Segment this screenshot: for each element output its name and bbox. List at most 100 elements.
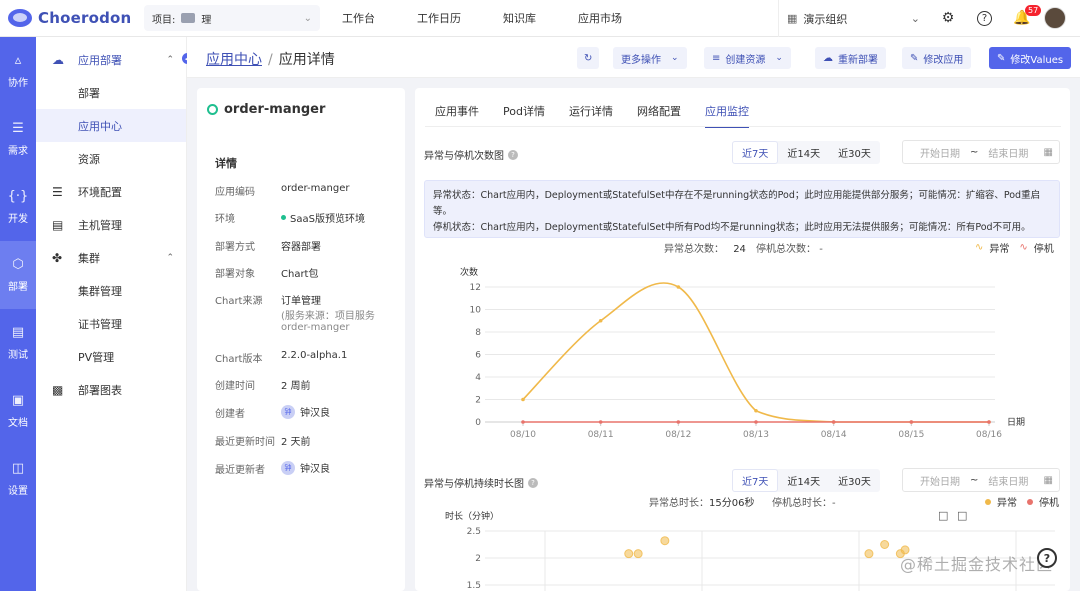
data-point	[676, 285, 681, 289]
value-chart-source-sub2: order-manger	[281, 322, 349, 333]
end-date-placeholder[interactable]: 结束日期	[988, 473, 1028, 488]
legend-down[interactable]: 停机	[1034, 240, 1054, 255]
rail-test[interactable]: ▤ 测试	[0, 309, 36, 377]
sidebar-item-cluster-mgmt[interactable]: 集群管理	[36, 274, 186, 307]
data-point	[521, 420, 525, 424]
help-float-button[interactable]: ?	[1037, 548, 1057, 568]
sidebar-group-cluster[interactable]: ✤ 集群 ⌃	[36, 241, 186, 274]
range-7d[interactable]: 近7天	[732, 469, 779, 492]
range-14d[interactable]: 近14天	[778, 469, 829, 492]
stat-value: -	[819, 244, 823, 255]
data-point	[909, 420, 914, 424]
sidebar-item-pv[interactable]: PV管理	[36, 340, 186, 373]
x-tick-label: 08/11	[588, 430, 614, 440]
tab-pod[interactable]: Pod详情	[503, 103, 545, 128]
question-icon[interactable]: ?	[508, 149, 518, 160]
y-tick-label: 1.5	[467, 581, 481, 591]
sidebar-item-resource[interactable]: 资源	[36, 142, 186, 175]
nav-calendar[interactable]: 工作日历	[417, 10, 461, 26]
help-icon[interactable]: ?	[977, 11, 992, 26]
modify-app-button[interactable]: ✎ 修改应用	[902, 47, 972, 69]
value-created: 2 周前	[281, 381, 311, 392]
label-deploy-mode: 部署方式	[215, 242, 255, 253]
project-select[interactable]: 项目: 理 ⌄	[144, 5, 320, 31]
x-tick-label: 08/13	[743, 430, 769, 440]
rail-docs[interactable]: ▣ 文档	[0, 377, 36, 445]
org-select[interactable]: ▦ 演示组织 ⌄	[778, 0, 928, 37]
modify-values-button[interactable]: ✎ 修改Values	[989, 47, 1072, 69]
sidebar-item-deploy[interactable]: 部署	[36, 76, 186, 109]
range-30d[interactable]: 近30天	[829, 141, 880, 164]
scatter-point	[864, 549, 874, 559]
legend-1: ∿ 异常 ∿ 停机	[975, 240, 1054, 255]
database-icon: ◫	[11, 461, 25, 476]
y-tick-label: 2.5	[467, 527, 481, 537]
project-suffix: 理	[201, 14, 212, 26]
more-actions-button[interactable]: 更多操作 ⌄	[613, 47, 687, 69]
button-label: 创建资源	[725, 54, 766, 66]
range-selector-1: 近7天 近14天 近30天	[732, 141, 880, 164]
create-resource-button[interactable]: ≡ 创建资源 ⌄	[704, 47, 791, 69]
chevron-down-icon: ⌄	[303, 12, 312, 24]
start-date-placeholder[interactable]: 开始日期	[920, 145, 960, 160]
date-range-picker-2[interactable]: 开始日期 ~ 结束日期 ▦	[902, 468, 1060, 492]
legend-abnormal[interactable]: 异常	[989, 240, 1009, 255]
sidebar-item-cert[interactable]: 证书管理	[36, 307, 186, 340]
rail-deploy[interactable]: ⬡ 部署	[0, 241, 36, 309]
breadcrumb-current: 应用详情	[278, 52, 335, 68]
count-line-chart: 次数 0 2 4 6 8 10 12 08/10 08/11 08/12 08/13 08/14 08/1…	[460, 266, 1025, 440]
tab-network[interactable]: 网络配置	[637, 103, 681, 128]
rail-develop[interactable]: {·} 开发	[0, 173, 36, 241]
sidebar-item-env-config[interactable]: ☰ 环境配置	[36, 175, 186, 208]
label-deploy-target: 部署对象	[215, 269, 255, 280]
rail-collab[interactable]: ▵ 协作	[0, 37, 36, 105]
sidebar-item-charts[interactable]: ▩ 部署图表	[36, 373, 186, 406]
range-7d[interactable]: 近7天	[732, 141, 779, 164]
nav-knowledge[interactable]: 知识库	[503, 10, 536, 26]
redeploy-button[interactable]: ☁ 重新部署	[815, 47, 886, 69]
watermark: @稀土掘金技术社区	[900, 555, 1054, 574]
scatter-point	[660, 536, 670, 546]
end-date-placeholder[interactable]: 结束日期	[988, 145, 1028, 160]
date-range-picker-1[interactable]: 开始日期 ~ 结束日期 ▦	[902, 140, 1060, 164]
nav-market[interactable]: 应用市场	[578, 10, 622, 26]
settings-icon[interactable]: ⚙	[939, 9, 957, 27]
range-14d[interactable]: 近14天	[778, 141, 829, 164]
stat-label: 停机总次数：	[756, 244, 816, 255]
data-point	[831, 420, 836, 424]
rail-requirement[interactable]: ☰ 需求	[0, 105, 36, 173]
label-creator: 创建者	[215, 409, 245, 420]
x-tick-label: 08/14	[821, 430, 847, 440]
start-date-placeholder[interactable]: 开始日期	[920, 473, 960, 488]
y-axis-title: 次数	[460, 266, 478, 278]
duration-scatter-chart: 时长（分钟） 1.5 2 2.5	[445, 510, 1055, 591]
question-icon[interactable]: ?	[528, 477, 538, 488]
collab-icon: ▵	[14, 53, 22, 68]
breadcrumb-app-center[interactable]: 应用中心	[206, 52, 262, 68]
date-separator: ~	[970, 474, 979, 486]
rail-settings[interactable]: ◫ 设置	[0, 445, 36, 513]
refresh-button[interactable]: ↻	[577, 47, 600, 69]
sidebar-item-host[interactable]: ▤ 主机管理	[36, 208, 186, 241]
label-chart-version: Chart版本	[215, 354, 263, 365]
layers-icon: ☰	[12, 121, 24, 136]
data-point	[521, 397, 525, 402]
range-30d[interactable]: 近30天	[829, 469, 880, 492]
sliders-icon: ☰	[52, 184, 63, 199]
tab-monitor[interactable]: 应用监控	[704, 103, 749, 128]
redacted-block	[181, 13, 196, 23]
value-updater: 钟钟汉良	[281, 460, 330, 475]
sidebar-item-app-center[interactable]: 应用中心	[36, 109, 186, 142]
brand-logo[interactable]: Choerodon	[0, 9, 140, 27]
sidebar-group-deploy[interactable]: ☁ 应用部署 ⌃	[36, 43, 186, 76]
user-avatar[interactable]	[1044, 7, 1066, 29]
tab-runtime[interactable]: 运行详情	[569, 103, 613, 128]
value-creator: 钟钟汉良	[281, 404, 330, 419]
x-tick-label: 08/15	[898, 430, 924, 440]
sidebar-item-label: 部署图表	[78, 383, 122, 397]
nav-workbench[interactable]: 工作台	[342, 10, 375, 26]
tab-events[interactable]: 应用事件	[435, 103, 479, 128]
x-tick-label: 08/12	[665, 430, 691, 440]
series-line-abnormal	[522, 282, 989, 423]
value-chart-source-sub: (服务来源：项目服务	[281, 307, 375, 322]
